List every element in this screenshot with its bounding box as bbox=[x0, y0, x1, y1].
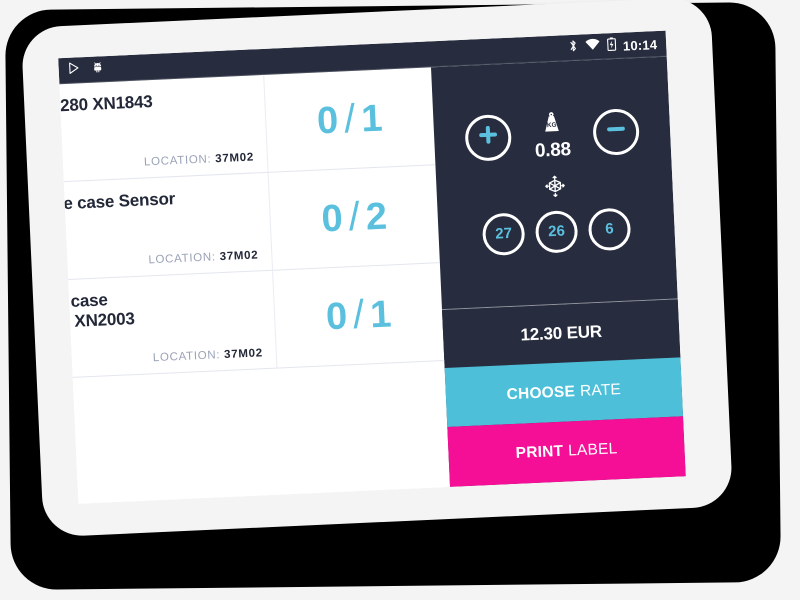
row-info: itore case Sensor LOCATION: 37M02 bbox=[58, 172, 274, 281]
battery-icon bbox=[606, 36, 617, 55]
item-count: 0 / 1 bbox=[264, 67, 435, 171]
play-store-icon bbox=[67, 61, 81, 80]
table-row[interactable]: itore case Sensor LOCATION: 37M02 0 / 2 bbox=[58, 165, 440, 281]
location-value: 37M02 bbox=[215, 151, 255, 166]
increase-button[interactable] bbox=[464, 113, 513, 162]
count-scanned: 0 bbox=[316, 99, 340, 143]
location-label: LOCATION: bbox=[152, 349, 221, 365]
dimension-width[interactable]: 26 bbox=[534, 209, 579, 254]
wifi-icon bbox=[585, 38, 601, 57]
dimension-values: 27 26 6 bbox=[481, 206, 632, 256]
control-panel: KG 0.88 27 26 6 12.30 EUR CHOOSE RATE PR… bbox=[430, 56, 686, 487]
row-info: nte case 280 XN2003 LOCATION: 37M02 bbox=[58, 270, 278, 379]
choose-rate-label-light: RATE bbox=[579, 380, 622, 400]
print-label-button[interactable]: PRINT LABEL bbox=[447, 416, 686, 487]
empty-list-area bbox=[72, 361, 451, 504]
count-separator: / bbox=[347, 194, 361, 239]
location-label: LOCATION: bbox=[148, 251, 217, 267]
decrease-button[interactable] bbox=[592, 107, 641, 156]
price-display: 12.30 EUR bbox=[442, 299, 681, 369]
item-list: 763280 XN1843 LOCATION: 37M02 0 / 1 itor… bbox=[58, 67, 451, 504]
location-value: 37M02 bbox=[223, 347, 264, 362]
count-scanned: 0 bbox=[325, 294, 349, 338]
item-count: 0 / 2 bbox=[269, 165, 440, 269]
status-bar-system: 10:14 bbox=[568, 35, 658, 58]
item-title: 763280 XN1843 bbox=[58, 92, 153, 117]
status-bar-notifications bbox=[67, 60, 104, 80]
kg-weight-icon: KG bbox=[539, 109, 564, 139]
tablet-screen: 10:14 763280 XN1843 LOCATION: 37M02 0 / … bbox=[58, 30, 686, 504]
row-info: 763280 XN1843 LOCATION: 37M02 bbox=[58, 74, 269, 183]
clock-time: 10:14 bbox=[622, 36, 658, 54]
print-label-label-strong: PRINT bbox=[515, 442, 564, 462]
box-dimensions-icon bbox=[541, 173, 567, 204]
table-row[interactable]: nte case 280 XN2003 LOCATION: 37M02 0 / … bbox=[58, 263, 445, 379]
count-total: 1 bbox=[360, 97, 384, 141]
screenshot-stage: 10:14 763280 XN1843 LOCATION: 37M02 0 / … bbox=[0, 0, 800, 600]
choose-rate-label-strong: CHOOSE bbox=[506, 382, 576, 403]
app-body: 763280 XN1843 LOCATION: 37M02 0 / 1 itor… bbox=[58, 56, 686, 504]
count-scanned: 0 bbox=[320, 197, 344, 240]
item-count: 0 / 1 bbox=[273, 263, 444, 367]
dimension-controls: 27 26 6 bbox=[480, 170, 632, 256]
item-title: nte case 280 XN2003 bbox=[58, 290, 136, 333]
count-total: 1 bbox=[369, 292, 393, 336]
count-separator: / bbox=[352, 292, 366, 337]
choose-rate-button[interactable]: CHOOSE RATE bbox=[444, 357, 684, 427]
weight-readout: KG 0.88 bbox=[524, 108, 580, 162]
minus-icon bbox=[604, 118, 627, 146]
count-separator: / bbox=[343, 96, 357, 141]
svg-text:KG: KG bbox=[547, 121, 557, 128]
panel-measurements: KG 0.88 27 26 6 bbox=[430, 56, 678, 311]
location-value: 37M02 bbox=[219, 249, 259, 264]
plus-icon bbox=[477, 123, 500, 151]
weight-value: 0.88 bbox=[534, 138, 572, 162]
dimension-height[interactable]: 6 bbox=[587, 206, 632, 251]
print-label-label-light: LABEL bbox=[567, 440, 618, 460]
item-location: LOCATION: 37M02 bbox=[58, 151, 254, 173]
android-robot-icon bbox=[91, 60, 104, 79]
table-row[interactable]: 763280 XN1843 LOCATION: 37M02 0 / 1 bbox=[58, 67, 436, 183]
weight-controls: KG 0.88 bbox=[464, 105, 641, 163]
dimension-length[interactable]: 27 bbox=[481, 211, 526, 256]
count-total: 2 bbox=[364, 195, 388, 238]
location-label: LOCATION: bbox=[143, 153, 212, 169]
item-location: LOCATION: 37M02 bbox=[58, 249, 258, 271]
bluetooth-icon bbox=[568, 38, 579, 57]
item-location: LOCATION: 37M02 bbox=[58, 347, 263, 369]
tablet-device-frame: 10:14 763280 XN1843 LOCATION: 37M02 0 / … bbox=[20, 0, 734, 538]
item-title: itore case Sensor bbox=[58, 189, 176, 215]
